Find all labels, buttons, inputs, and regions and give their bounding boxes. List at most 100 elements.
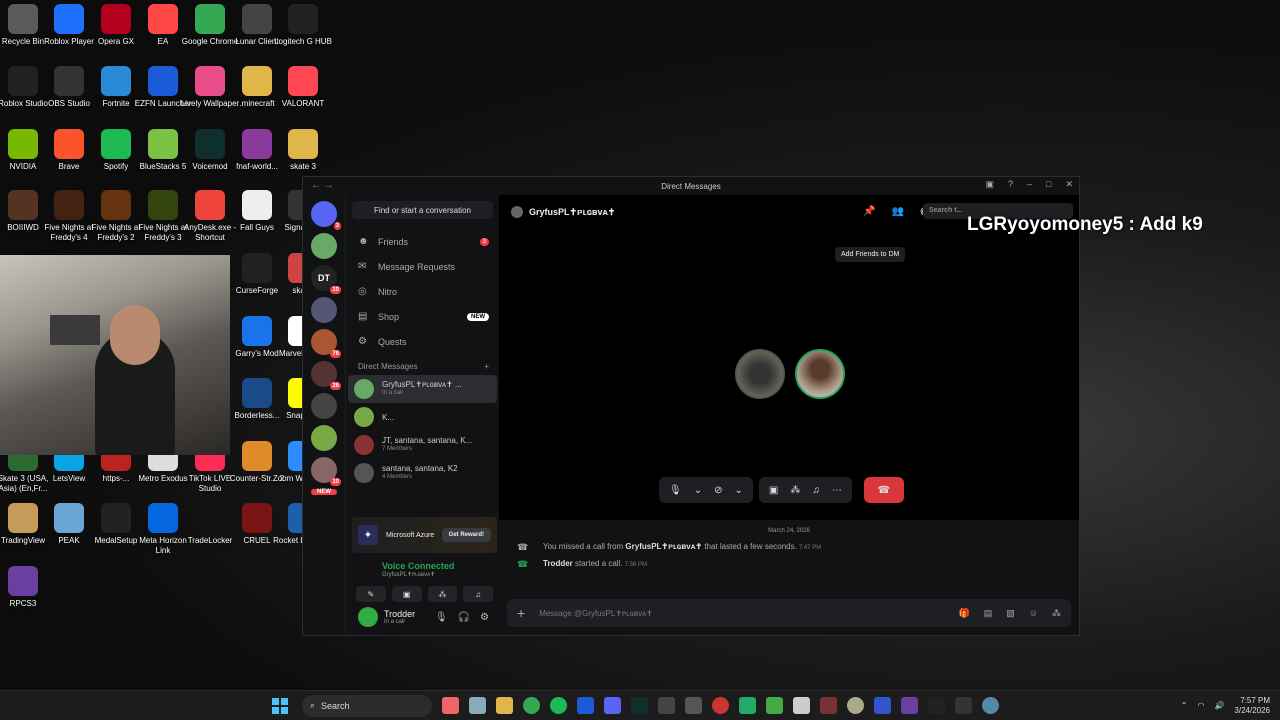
- sidebar-item-nitro[interactable]: ◎ Nitro: [346, 279, 499, 304]
- chevron-down-icon[interactable]: ⌄: [694, 485, 702, 496]
- desktop-icon[interactable]: skate 3: [272, 129, 334, 172]
- close-button[interactable]: ✕: [1065, 179, 1073, 190]
- dm-list-item[interactable]: GryfusPL✝ᴘʟɢʙᴠᴀ✝ ... In a call: [348, 375, 497, 403]
- dm-list-item[interactable]: JT, santana, santana, K... 7 Members: [348, 431, 497, 459]
- inbox-icon[interactable]: ▣: [985, 179, 994, 190]
- camera-off-button[interactable]: ✎: [356, 586, 386, 602]
- taskbar-app-icon[interactable]: [469, 697, 486, 714]
- server-icon[interactable]: 26: [311, 361, 341, 390]
- message-input[interactable]: Message @GryfusPL✝ᴘʟɢʙᴠᴀ✝: [539, 609, 653, 618]
- maximize-button[interactable]: □: [1046, 179, 1051, 190]
- avatar: [354, 407, 374, 427]
- help-icon[interactable]: ?: [1008, 179, 1013, 190]
- camera-off-icon[interactable]: ⊘: [714, 485, 722, 496]
- app-icon: [288, 4, 318, 34]
- taskbar-app-icon[interactable]: [928, 697, 945, 714]
- gif-icon[interactable]: ▤: [984, 608, 993, 619]
- sidebar-item-message-requests[interactable]: ✉ Message Requests: [346, 254, 499, 279]
- taskbar-app-icon[interactable]: [820, 697, 837, 714]
- pin-icon[interactable]: 📌: [863, 206, 875, 217]
- gift-icon[interactable]: 🎁: [959, 608, 970, 619]
- microphone-icon[interactable]: 🎙: [669, 485, 682, 496]
- desktop-icon[interactable]: VALORANT: [272, 66, 334, 109]
- apps-icon[interactable]: ⁂: [1052, 608, 1061, 619]
- avatar[interactable]: [358, 607, 378, 627]
- app-icon: [148, 4, 178, 34]
- minecraft-icon[interactable]: [766, 697, 783, 714]
- quests-icon: ⚙: [358, 336, 367, 347]
- wifi-icon[interactable]: ◠: [1197, 701, 1204, 710]
- sticker-icon[interactable]: ▧: [1006, 608, 1015, 619]
- chevron-down-icon[interactable]: ⌄: [734, 485, 742, 496]
- upload-icon[interactable]: +: [517, 605, 525, 621]
- taskbar-app-icon[interactable]: [901, 697, 918, 714]
- taskbar-app-icon[interactable]: [658, 697, 675, 714]
- server-icon[interactable]: [311, 233, 337, 259]
- message-composer[interactable]: + Message @GryfusPL✝ᴘʟɢʙᴠᴀ✝ 🎁 ▤ ▧ ☺ ⁂: [507, 599, 1071, 627]
- headphones-icon[interactable]: 🎧: [458, 612, 470, 623]
- taskbar-app-icon[interactable]: [874, 697, 891, 714]
- add-friends-icon[interactable]: 👥: [892, 206, 904, 217]
- back-forward-icons[interactable]: ← →: [311, 180, 334, 191]
- screen-share-icon[interactable]: ▣: [769, 485, 778, 496]
- call-mic-control[interactable]: 🎙 ⌄ ⊘ ⌄: [659, 477, 753, 503]
- gear-icon[interactable]: ⚙: [480, 612, 489, 623]
- call-participant-avatar[interactable]: [795, 349, 845, 399]
- start-button[interactable]: [272, 697, 288, 714]
- taskbar-app-icon[interactable]: [712, 697, 729, 714]
- taskbar-app-icon[interactable]: [955, 697, 972, 714]
- folder-icon[interactable]: [496, 697, 513, 714]
- taskbar-app-icon[interactable]: [739, 697, 756, 714]
- find-conversation-button[interactable]: Find or start a conversation: [352, 201, 493, 219]
- discord-home-icon[interactable]: 3: [311, 201, 341, 230]
- message-username[interactable]: GryfusPL✝ᴘʟɢʙᴠᴀ✝: [625, 542, 702, 551]
- taskbar-app-icon[interactable]: [793, 697, 810, 714]
- clock[interactable]: 7:57 PM 3/24/2026: [1234, 696, 1270, 716]
- server-icon[interactable]: [311, 297, 337, 323]
- call-participant-avatar[interactable]: [735, 349, 785, 399]
- server-icon[interactable]: [311, 393, 337, 419]
- volume-icon[interactable]: 🔊: [1214, 701, 1224, 710]
- user-panel: Trodder In a call 🎙 🎧 ⚙: [352, 603, 497, 631]
- server-icon[interactable]: 76: [311, 329, 341, 358]
- voicemod-icon[interactable]: [631, 697, 648, 714]
- minimize-button[interactable]: –: [1027, 179, 1032, 190]
- add-dm-icon[interactable]: +: [484, 362, 489, 371]
- chrome-icon[interactable]: [523, 697, 540, 714]
- taskbar-app-icon[interactable]: [442, 697, 459, 714]
- chat-area: March 24, 2026 ☎ You missed a call from G…: [499, 520, 1079, 635]
- taskbar-search[interactable]: ⌕ Search: [302, 694, 432, 717]
- sidebar-item-shop[interactable]: ▤ Shop NEW: [346, 304, 499, 329]
- taskbar-app-icon[interactable]: [847, 697, 864, 714]
- dm-list-item[interactable]: santana, santana, K2 4 Members: [348, 459, 497, 487]
- app-icon: [242, 66, 272, 96]
- soundboard-button[interactable]: ♫: [463, 586, 493, 602]
- soundboard-icon[interactable]: ♫: [812, 485, 820, 496]
- message-username[interactable]: Trodder: [543, 559, 573, 568]
- microphone-icon[interactable]: 🎙: [435, 612, 448, 623]
- screen-share-button[interactable]: ▣: [391, 586, 422, 602]
- spotify-icon[interactable]: [550, 697, 567, 714]
- app-icon: [195, 66, 225, 96]
- ezfn-icon[interactable]: [577, 697, 594, 714]
- emoji-icon[interactable]: ☺: [1029, 608, 1038, 619]
- desktop-icon[interactable]: Logitech G HUB: [272, 4, 334, 47]
- server-icon[interactable]: [311, 425, 337, 451]
- end-call-button[interactable]: ☎: [863, 477, 904, 503]
- get-reward-button[interactable]: Get Reward!: [441, 528, 491, 542]
- activities-button[interactable]: ⁂: [427, 586, 458, 602]
- call-actions[interactable]: ▣ ⁂ ♫ ⋯: [758, 477, 852, 503]
- sidebar-item-friends[interactable]: ☻ Friends 3: [346, 229, 499, 254]
- discord-icon[interactable]: [604, 697, 621, 714]
- activities-icon[interactable]: ⁂: [790, 485, 800, 496]
- chevron-up-icon[interactable]: ⌃: [1181, 701, 1188, 710]
- server-icon[interactable]: DT 10: [311, 265, 341, 294]
- guild-badge: 3: [333, 222, 341, 230]
- more-icon[interactable]: ⋯: [832, 485, 842, 496]
- server-icon[interactable]: 10: [311, 457, 341, 486]
- taskbar-app-icon[interactable]: [685, 697, 702, 714]
- dm-list-item[interactable]: K...: [348, 403, 497, 431]
- desktop-icon[interactable]: RPCS3: [0, 566, 54, 609]
- taskbar-app-icon[interactable]: [982, 697, 999, 714]
- sidebar-item-quests[interactable]: ⚙ Quests: [346, 329, 499, 354]
